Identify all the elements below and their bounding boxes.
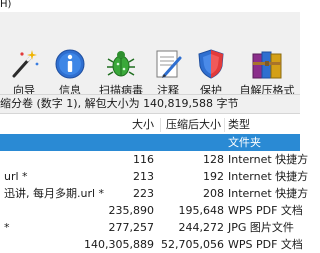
comment-icon (156, 50, 182, 78)
table-row[interactable]: url * 213 192 Internet 快捷方 (0, 168, 308, 185)
file-list: 文件夹 116 128 Internet 快捷方 url * 213 192 I… (0, 134, 308, 253)
column-divider[interactable] (224, 118, 225, 132)
file-size: 116 (133, 153, 154, 166)
file-list-header: 大小 压缩后大小 类型 (0, 116, 300, 135)
file-name: url * (4, 170, 28, 183)
wizard-button[interactable]: 向导 (2, 38, 46, 98)
file-size: 213 (133, 170, 154, 183)
file-size: 223 (133, 187, 154, 200)
file-packed-size: 52,705,056 (161, 238, 224, 251)
table-row[interactable]: 235,890 195,648 WPS PDF 文档 (0, 202, 303, 219)
wizard-icon (12, 50, 39, 78)
sfx-button[interactable]: 自解压格式 (234, 38, 300, 98)
toolbar: 向导 信息 扫描病毒 注释 保护 自解压格式 (0, 12, 300, 98)
comment-button[interactable]: 注释 (148, 38, 188, 98)
file-type: WPS PDF 文档 (228, 238, 303, 251)
file-type: JPG 图片文件 (228, 221, 294, 234)
file-type: Internet 快捷方 (228, 170, 309, 183)
column-divider[interactable] (160, 118, 161, 132)
table-row[interactable]: 140,305,889 52,705,056 WPS PDF 文档 (0, 236, 303, 253)
shield-icon (198, 49, 224, 79)
file-packed-size: 244,272 (178, 221, 225, 234)
file-size: 235,890 (108, 204, 155, 217)
file-packed-size: 192 (203, 170, 224, 183)
table-row[interactable]: 迅讲, 每月多期.url * 223 208 Internet 快捷方 (0, 185, 308, 202)
archive-info-text: 缩分卷 (数字 1), 解包大小为 140,819,588 字节 (0, 97, 239, 110)
file-type: Internet 快捷方 (228, 187, 309, 200)
file-size: 277,257 (108, 221, 155, 234)
archive-info-bar: 缩分卷 (数字 1), 解包大小为 140,819,588 字节 (0, 94, 300, 114)
column-type[interactable]: 类型 (228, 116, 250, 134)
file-packed-size: 195,648 (178, 204, 225, 217)
menu-bar: H) (0, 0, 300, 12)
file-size: 140,305,889 (84, 238, 154, 251)
info-icon (55, 49, 85, 79)
books-icon (252, 51, 282, 79)
scan-virus-button[interactable]: 扫描病毒 (98, 38, 144, 98)
file-name: * (4, 221, 10, 234)
file-packed-size: 128 (203, 153, 224, 166)
table-row[interactable]: * 277,257 244,272 JPG 图片文件 (0, 219, 300, 236)
file-type: 文件夹 (228, 136, 261, 149)
file-packed-size: 208 (203, 187, 224, 200)
file-name: 迅讲, 每月多期.url * (4, 187, 105, 200)
table-row[interactable]: 文件夹 (0, 134, 300, 151)
column-size[interactable]: 大小 (132, 116, 154, 134)
file-type: Internet 快捷方 (228, 153, 309, 166)
column-packed-size[interactable]: 压缩后大小 (166, 116, 221, 134)
menu-help[interactable]: H) (0, 0, 11, 11)
protect-button[interactable]: 保护 (190, 38, 232, 98)
bug-icon (107, 51, 135, 77)
file-type: WPS PDF 文档 (228, 204, 303, 217)
table-row[interactable]: 116 128 Internet 快捷方 (0, 151, 308, 168)
info-button[interactable]: 信息 (46, 38, 94, 98)
